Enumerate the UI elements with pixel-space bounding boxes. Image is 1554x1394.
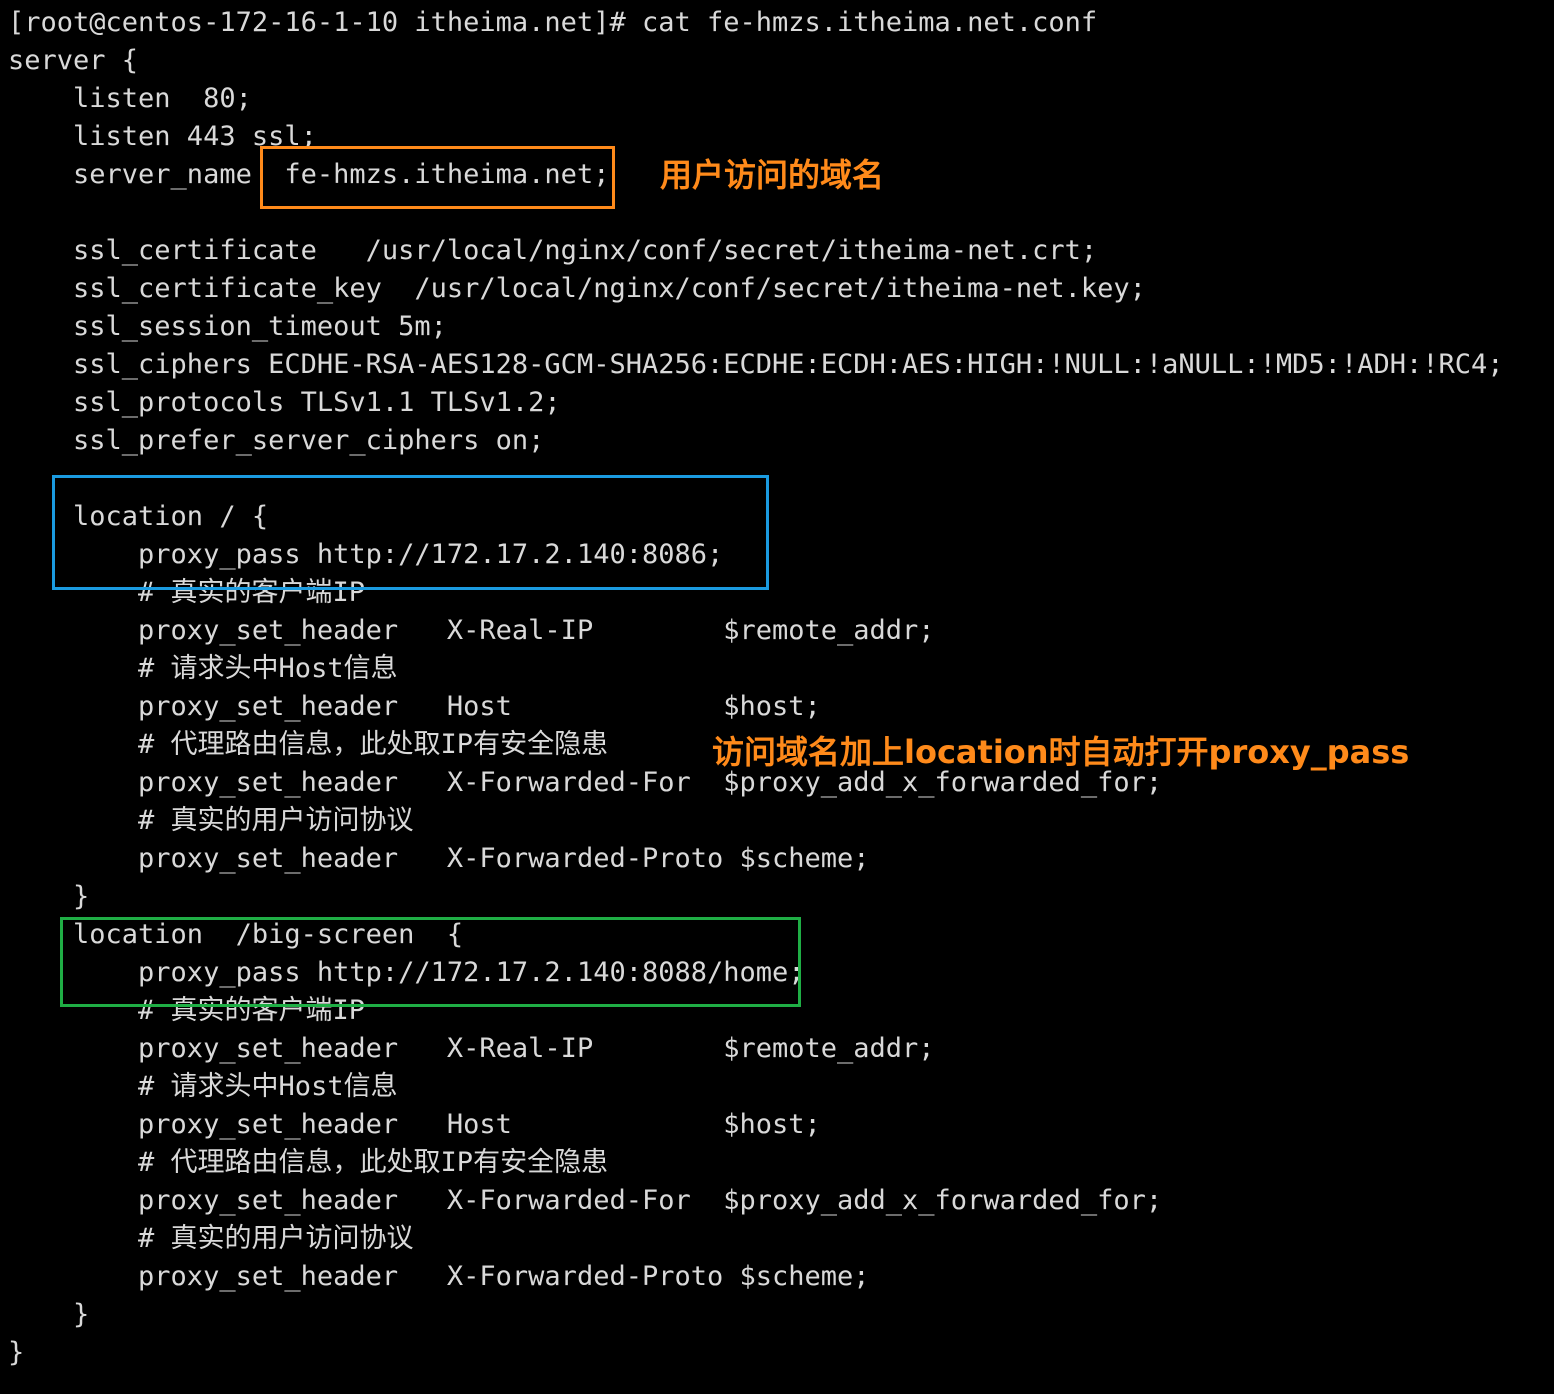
terminal-line: proxy_set_header X-Forwarded-Proto $sche… [8,1261,870,1292]
terminal-line-prompt: [root@centos-172-16-1-10 itheima.net]# c… [8,7,1098,38]
terminal-line: ssl_protocols TLSv1.1 TLSv1.2; [8,387,561,418]
terminal-line: # 真实的用户访问协议 [8,805,414,836]
terminal-line: ssl_session_timeout 5m; [8,311,447,342]
terminal-line: ssl_prefer_server_ciphers on; [8,425,545,456]
terminal-line: proxy_set_header Host $host; [8,1109,821,1140]
location-big-screen-highlight-box [60,917,801,1007]
terminal-line: } [8,1299,90,1330]
terminal-line: # 真实的用户访问协议 [8,1223,414,1254]
terminal-line: listen 80; [8,83,252,114]
terminal-line: # 代理路由信息，此处取IP有安全隐患 [8,729,609,760]
terminal-line: # 请求头中Host信息 [8,1071,398,1102]
terminal-line: } [8,881,90,912]
terminal-line: # 请求头中Host信息 [8,653,398,684]
location-annotation: 访问域名加上location时自动打开proxy_pass [712,733,1410,771]
terminal-line: proxy_set_header Host $host; [8,691,821,722]
location-root-highlight-box [52,475,769,590]
server-name-highlight-box [260,146,615,209]
terminal-line: proxy_set_header X-Forwarded-Proto $sche… [8,843,870,874]
terminal-line: proxy_set_header X-Real-IP $remote_addr; [8,1033,935,1064]
terminal-line: ssl_certificate /usr/local/nginx/conf/se… [8,235,1098,266]
terminal-line: ssl_ciphers ECDHE-RSA-AES128-GCM-SHA256:… [8,349,1504,380]
terminal-line: } [8,1337,25,1368]
terminal-line: ssl_certificate_key /usr/local/nginx/con… [8,273,1146,304]
terminal-line: # 代理路由信息，此处取IP有安全隐患 [8,1147,609,1178]
terminal-window[interactable]: [root@centos-172-16-1-10 itheima.net]# c… [0,0,1554,1394]
terminal-line: proxy_set_header X-Real-IP $remote_addr; [8,615,935,646]
terminal-line: server { [8,45,139,76]
terminal-line: proxy_set_header X-Forwarded-For $proxy_… [8,1185,1163,1216]
domain-annotation: 用户访问的域名 [660,156,885,194]
